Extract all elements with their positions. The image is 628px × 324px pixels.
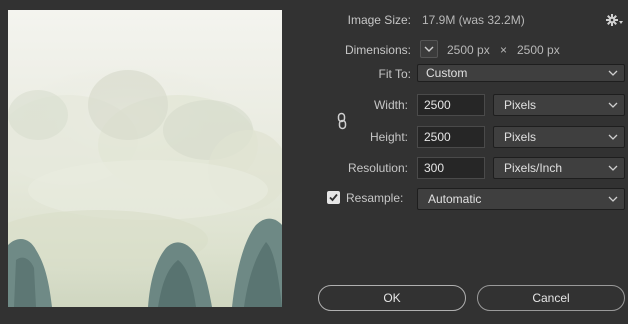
width-unit-dropdown[interactable]: Pixels <box>493 94 625 116</box>
resample-selected: Automatic <box>428 192 482 206</box>
dimensions-height-value: 2500 px <box>517 43 560 57</box>
resample-label: Resample: <box>346 191 404 205</box>
fit-to-label: Fit To: <box>378 67 411 81</box>
resolution-label: Resolution: <box>347 161 408 175</box>
chevron-down-icon <box>608 196 618 202</box>
chain-link-icon[interactable] <box>336 112 348 130</box>
fit-to-selected: Custom <box>426 66 468 80</box>
width-label: Width: <box>373 98 408 112</box>
image-size-value: 17.9M (was 32.2M) <box>422 13 525 27</box>
dimensions-separator: × <box>500 43 508 57</box>
checkmark-icon <box>329 193 338 202</box>
ok-button[interactable]: OK <box>318 285 466 311</box>
dimensions-label: Dimensions: <box>344 43 411 57</box>
chevron-down-icon <box>608 165 618 171</box>
image-preview[interactable] <box>8 10 282 307</box>
cancel-button[interactable]: Cancel <box>477 285 625 311</box>
resample-dropdown[interactable]: Automatic <box>417 188 625 210</box>
resolution-unit-selected: Pixels/Inch <box>504 161 563 175</box>
resolution-input[interactable]: 300 <box>417 157 485 179</box>
dimensions-toggle[interactable] <box>420 40 438 58</box>
chevron-down-icon <box>608 70 618 76</box>
gear-icon[interactable] <box>606 13 624 27</box>
height-unit-selected: Pixels <box>504 130 537 144</box>
height-unit-dropdown[interactable]: Pixels <box>493 126 625 148</box>
dimensions-width-value: 2500 px <box>447 43 490 57</box>
image-size-dialog: Image Size: 17.9M (was 32.2M) Dimensions… <box>0 0 628 324</box>
clouds-image <box>8 10 282 307</box>
fit-to-dropdown[interactable]: Custom <box>417 64 625 82</box>
chevron-down-icon <box>608 102 618 108</box>
chevron-down-icon <box>424 46 434 52</box>
height-label: Height: <box>369 130 408 144</box>
image-size-label: Image Size: <box>347 13 411 27</box>
chevron-down-icon <box>608 134 618 140</box>
width-input[interactable]: 2500 <box>417 94 485 116</box>
resample-checkbox[interactable] <box>327 191 340 204</box>
width-unit-selected: Pixels <box>504 98 537 112</box>
resolution-unit-dropdown[interactable]: Pixels/Inch <box>493 157 625 179</box>
height-input[interactable]: 2500 <box>417 126 485 148</box>
